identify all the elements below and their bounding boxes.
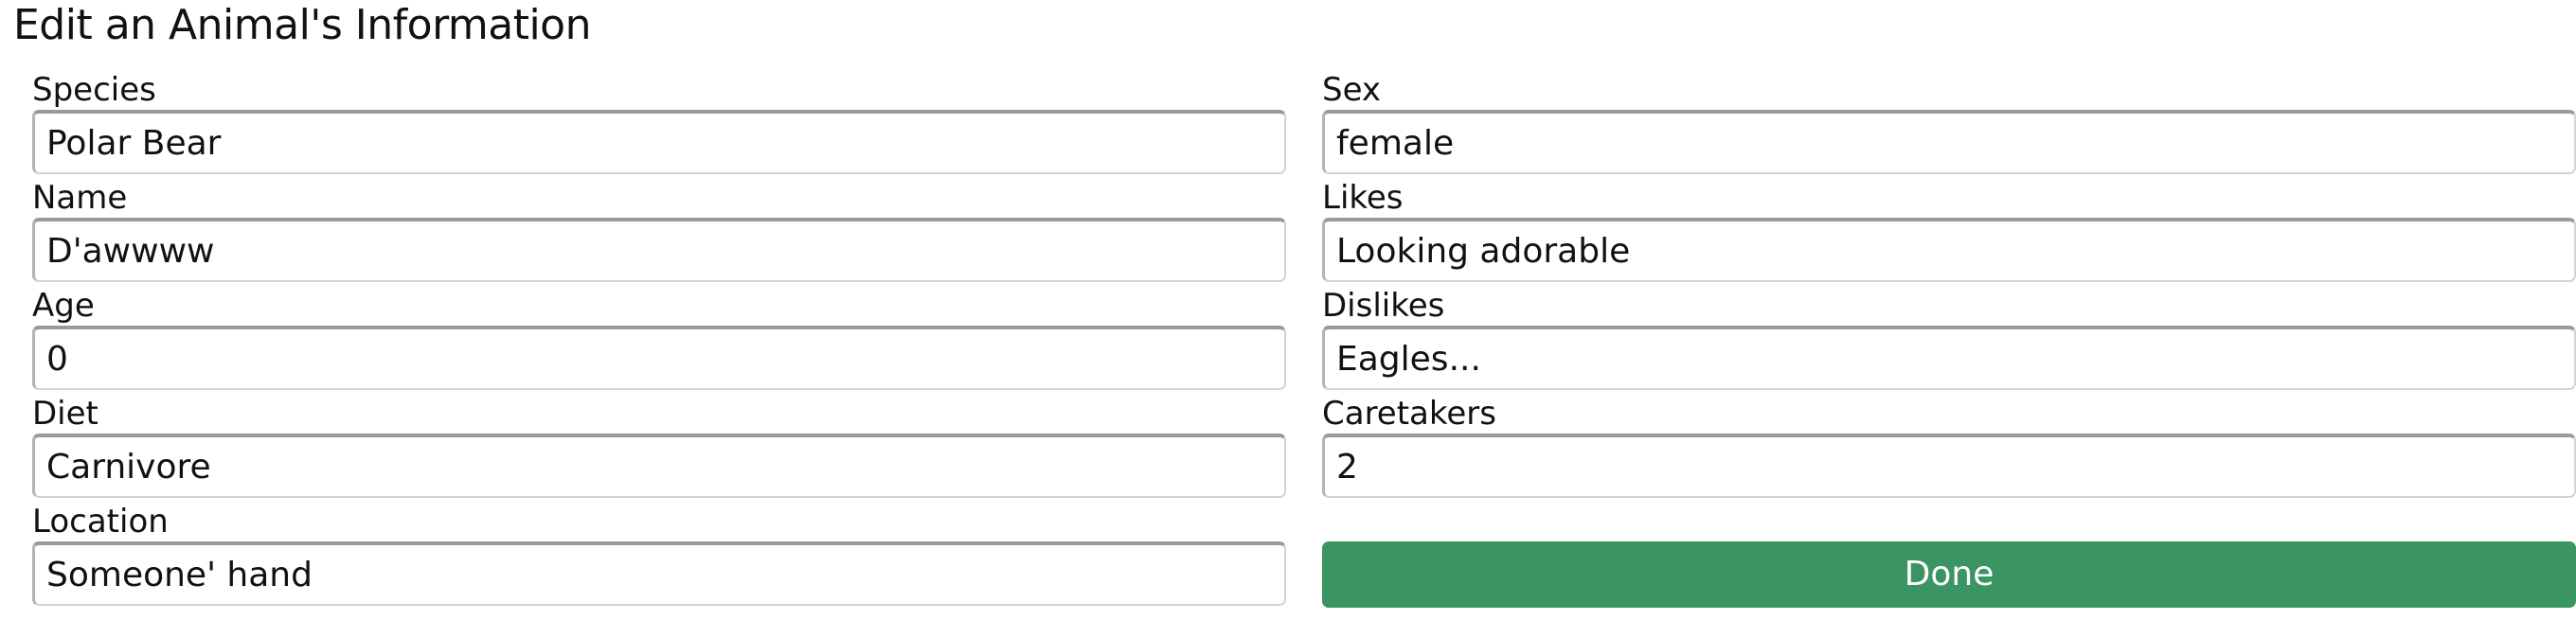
caretakers-field: Caretakers xyxy=(1322,394,2576,502)
caretakers-label: Caretakers xyxy=(1322,395,1496,433)
name-label: Name xyxy=(32,179,128,217)
sex-input[interactable] xyxy=(1322,110,2576,174)
diet-field: Diet xyxy=(32,394,1286,502)
done-button-slot: Done xyxy=(1322,502,2576,610)
species-label: Species xyxy=(32,71,156,109)
edit-animal-page: Edit an Animal's Information Species Nam… xyxy=(0,0,2576,638)
dislikes-field: Dislikes xyxy=(1322,286,2576,394)
species-field: Species xyxy=(32,70,1286,178)
location-input[interactable] xyxy=(32,541,1286,606)
right-column: Sex Likes Dislikes Caretakers Done xyxy=(1322,70,2576,610)
done-button[interactable]: Done xyxy=(1322,541,2576,608)
dislikes-label: Dislikes xyxy=(1322,287,1445,325)
likes-input[interactable] xyxy=(1322,218,2576,282)
location-field: Location xyxy=(32,502,1286,610)
left-column: Species Name Age Diet Location xyxy=(32,70,1286,610)
caretakers-input[interactable] xyxy=(1322,434,2576,498)
edit-animal-form: Species Name Age Diet Location Sex xyxy=(32,70,2576,610)
age-label: Age xyxy=(32,287,95,325)
age-field: Age xyxy=(32,286,1286,394)
name-field: Name xyxy=(32,178,1286,286)
likes-field: Likes xyxy=(1322,178,2576,286)
likes-label: Likes xyxy=(1322,179,1404,217)
location-label: Location xyxy=(32,503,169,541)
sex-field: Sex xyxy=(1322,70,2576,178)
diet-label: Diet xyxy=(32,395,98,433)
diet-input[interactable] xyxy=(32,434,1286,498)
dislikes-input[interactable] xyxy=(1322,326,2576,390)
page-title: Edit an Animal's Information xyxy=(13,1,592,49)
age-input[interactable] xyxy=(32,326,1286,390)
species-input[interactable] xyxy=(32,110,1286,174)
sex-label: Sex xyxy=(1322,71,1382,109)
name-input[interactable] xyxy=(32,218,1286,282)
